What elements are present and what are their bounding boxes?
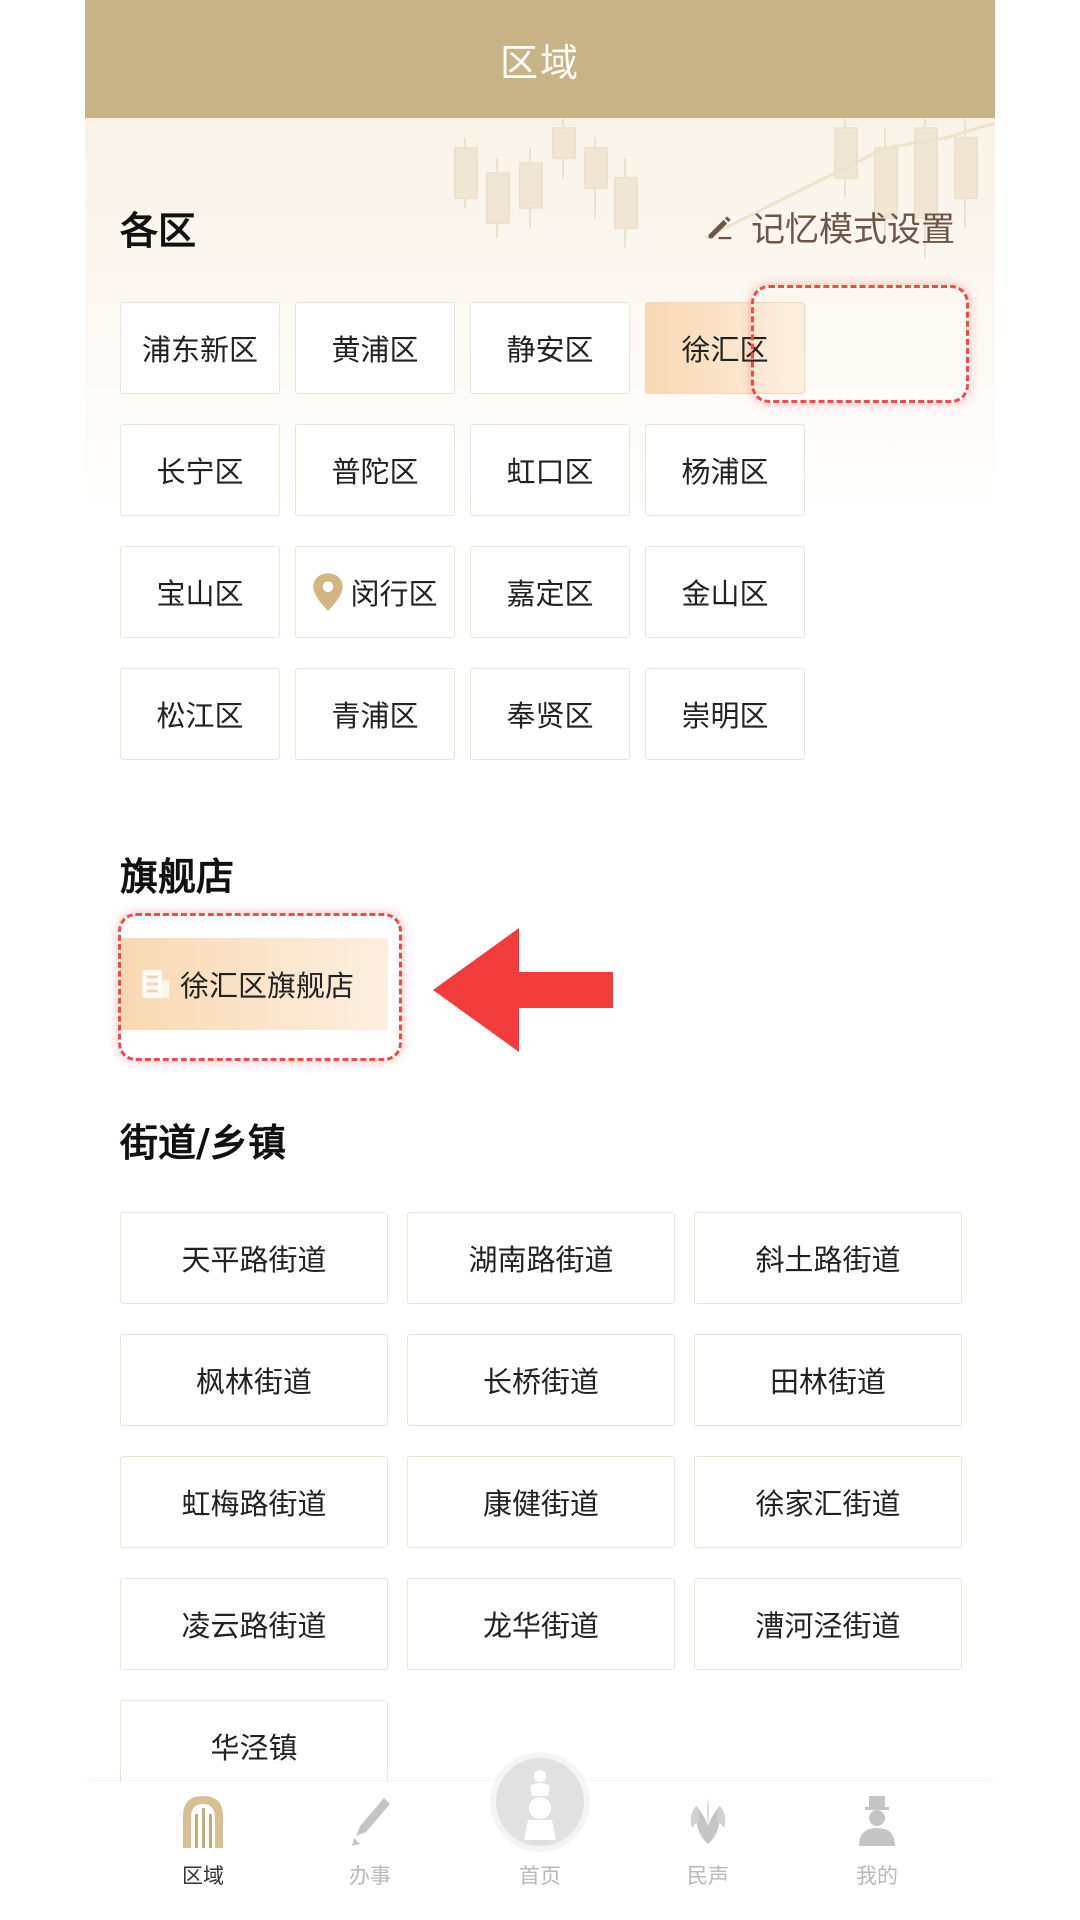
street-label: 漕河泾街道 xyxy=(755,1609,901,1643)
edit-pencil-icon xyxy=(708,215,732,239)
app-frame: 区域 各区 记忆模式设置 浦东新区 黄浦区 静安区 徐汇区长宁区 普陀区 虹口区 杨浦区宝山… xyxy=(85,0,995,1920)
page-title: 区域 xyxy=(499,40,580,85)
street-button[interactable]: 天平路街道 xyxy=(120,1212,388,1304)
street-label: 徐家汇街道 xyxy=(755,1487,901,1521)
district-label: 崇明区 xyxy=(681,699,769,733)
district-label: 嘉定区 xyxy=(506,577,594,611)
district-label: 松江区 xyxy=(156,699,244,733)
tab-public-voice[interactable]: 民声 xyxy=(648,1792,768,1890)
tab-services[interactable]: 办事 xyxy=(310,1792,430,1890)
tab-label-home: 首页 xyxy=(519,1864,561,1888)
tab-mine[interactable]: 我的 xyxy=(817,1792,937,1890)
tab-label-region: 区域 xyxy=(182,1864,224,1888)
district-button[interactable]: 松江区 xyxy=(120,668,280,760)
district-button[interactable]: 黄浦区 xyxy=(295,302,455,394)
district-label: 长宁区 xyxy=(156,455,244,489)
street-button[interactable]: 长桥街道 xyxy=(407,1334,675,1426)
section-title-districts: 各区 xyxy=(120,209,197,253)
header-bar: 区域 xyxy=(85,0,995,118)
street-button[interactable]: 田林街道 xyxy=(694,1334,962,1426)
street-button[interactable]: 徐家汇街道 xyxy=(694,1456,962,1548)
pen-nib-icon xyxy=(352,1798,390,1846)
street-button[interactable]: 枫林街道 xyxy=(120,1334,388,1426)
street-button[interactable]: 斜土路街道 xyxy=(694,1212,962,1304)
street-label: 田林街道 xyxy=(769,1365,886,1399)
district-label: 虹口区 xyxy=(506,455,594,489)
district-button[interactable]: 普陀区 xyxy=(295,424,455,516)
pagoda-tower-icon xyxy=(524,1770,556,1840)
district-button[interactable]: 徐汇区 xyxy=(645,302,805,394)
district-label: 黄浦区 xyxy=(331,333,419,367)
district-label: 静安区 xyxy=(506,333,594,367)
street-label: 凌云路街道 xyxy=(181,1609,327,1643)
street-button[interactable]: 凌云路街道 xyxy=(120,1578,388,1670)
district-button[interactable]: 金山区 xyxy=(645,546,805,638)
tab-label-services: 办事 xyxy=(349,1864,391,1888)
user-hat-icon xyxy=(859,1796,895,1846)
street-label: 斜土路街道 xyxy=(755,1243,901,1277)
home-center-button[interactable] xyxy=(490,1752,590,1852)
district-button[interactable]: 崇明区 xyxy=(645,668,805,760)
district-label: 青浦区 xyxy=(331,699,419,733)
street-label: 康健街道 xyxy=(482,1487,599,1521)
tab-label-public-voice: 民声 xyxy=(687,1864,729,1888)
street-label: 虹梅路街道 xyxy=(181,1487,327,1521)
building-icon xyxy=(142,969,170,999)
street-button[interactable]: 湖南路街道 xyxy=(407,1212,675,1304)
tab-region[interactable]: 区域 xyxy=(143,1792,263,1890)
district-button[interactable]: 虹口区 xyxy=(470,424,630,516)
flagship-store-button[interactable]: 徐汇区旗舰店 xyxy=(120,938,388,1030)
street-button[interactable]: 虹梅路街道 xyxy=(120,1456,388,1548)
memory-mode-settings-button[interactable]: 记忆模式设置 xyxy=(703,202,955,251)
district-label: 浦东新区 xyxy=(141,333,258,367)
flagship-store-label: 徐汇区旗舰店 xyxy=(180,969,355,1003)
district-label: 杨浦区 xyxy=(681,455,769,489)
street-label: 天平路街道 xyxy=(181,1243,327,1277)
district-label: 闵行区 xyxy=(350,577,438,611)
tab-label-mine: 我的 xyxy=(856,1864,898,1888)
street-label: 长桥街道 xyxy=(482,1365,599,1399)
street-button[interactable]: 漕河泾街道 xyxy=(694,1578,962,1670)
district-label: 徐汇区 xyxy=(681,333,769,367)
district-button[interactable]: 嘉定区 xyxy=(470,546,630,638)
district-button[interactable]: 奉贤区 xyxy=(470,668,630,760)
street-label: 龙华街道 xyxy=(482,1609,599,1643)
candlestick-decoration xyxy=(454,118,995,258)
street-label: 枫林街道 xyxy=(195,1365,312,1399)
street-button[interactable]: 华泾镇 xyxy=(120,1700,388,1792)
district-button[interactable]: 宝山区 xyxy=(120,546,280,638)
district-button[interactable]: 闵行区 xyxy=(295,546,455,638)
district-label: 金山区 xyxy=(681,577,769,611)
district-button[interactable]: 浦东新区 xyxy=(120,302,280,394)
district-button[interactable]: 青浦区 xyxy=(295,668,455,760)
left-arrow-annotation xyxy=(433,928,613,1052)
district-button[interactable]: 静安区 xyxy=(470,302,630,394)
street-label: 华泾镇 xyxy=(210,1731,298,1765)
district-button[interactable]: 杨浦区 xyxy=(645,424,805,516)
street-label: 湖南路街道 xyxy=(468,1243,614,1277)
street-button[interactable]: 龙华街道 xyxy=(407,1578,675,1670)
district-label: 奉贤区 xyxy=(506,699,594,733)
memory-mode-label: 记忆模式设置 xyxy=(751,210,955,250)
district-label: 普陀区 xyxy=(331,455,419,489)
street-button[interactable]: 康健街道 xyxy=(407,1456,675,1548)
arch-icon xyxy=(183,1796,223,1848)
district-button[interactable]: 长宁区 xyxy=(120,424,280,516)
location-pin-icon xyxy=(313,573,344,611)
section-title-streets: 街道/乡镇 xyxy=(120,1121,286,1165)
district-label: 宝山区 xyxy=(156,577,244,611)
magnolia-flower-icon xyxy=(690,1798,726,1844)
section-title-flagship: 旗舰店 xyxy=(120,855,235,899)
